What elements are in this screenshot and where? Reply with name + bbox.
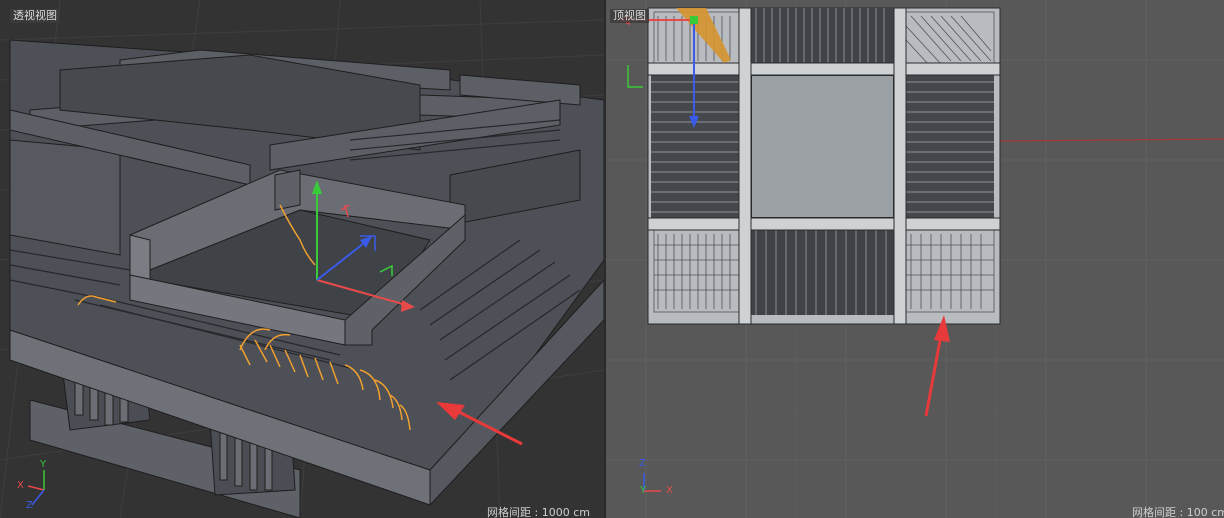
top-viewport-label: 顶视图 <box>610 9 649 23</box>
top-scene <box>606 0 1224 518</box>
top-grid-spacing: 网格间距 : 100 cm <box>1132 506 1224 518</box>
axis-y-label: Y <box>640 485 647 496</box>
top-model <box>647 7 1001 325</box>
perspective-viewport[interactable]: 透视视图 Y X Z 网格间距 : 1000 cm <box>0 0 604 518</box>
axis-z-label: Z <box>639 458 646 469</box>
perspective-viewport-label: 透视视图 <box>10 9 60 23</box>
axis-z-label: Z <box>26 500 33 511</box>
axis-x-label: X <box>17 480 24 491</box>
perspective-scene <box>0 0 604 518</box>
perspective-grid-spacing: 网格间距 : 1000 cm <box>487 506 590 518</box>
axis-x-label: X <box>666 485 673 496</box>
axis-y-label: Y <box>40 459 47 470</box>
top-viewport[interactable]: 顶视图 Z Y X 网格间距 : 100 cm <box>606 0 1224 518</box>
